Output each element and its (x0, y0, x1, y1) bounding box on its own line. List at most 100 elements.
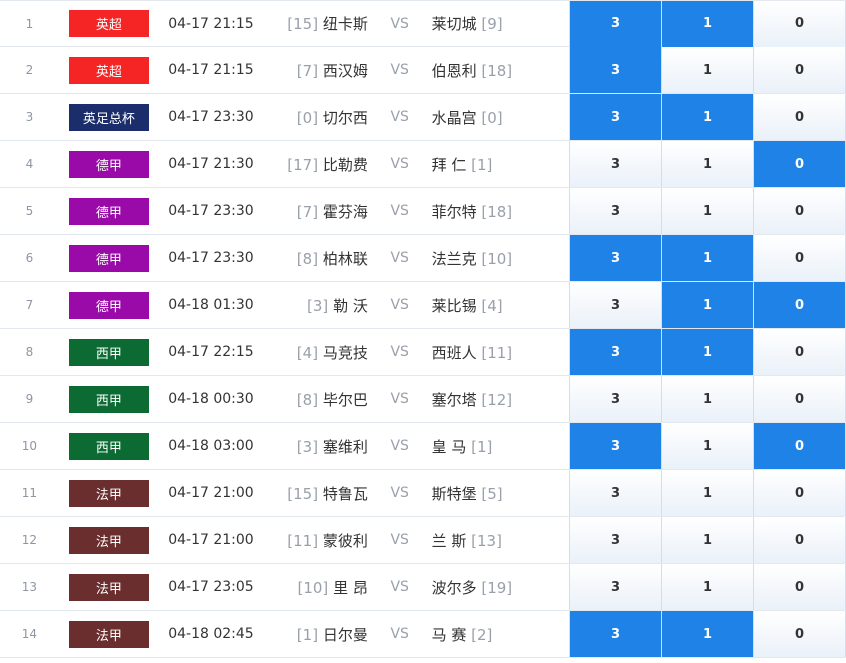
league-badge[interactable]: 德甲 (68, 244, 149, 272)
away-team-name: 兰 斯 (431, 531, 467, 550)
away-team-name: 皇 马 (431, 437, 467, 456)
draw-option[interactable]: 1 (661, 188, 754, 234)
vs-label: VS (390, 438, 409, 454)
loss-option[interactable]: 0 (753, 329, 846, 375)
loss-option[interactable]: 0 (753, 141, 846, 187)
draw-option[interactable]: 1 (661, 94, 754, 140)
match-row: 1 英超 04-17 21:15 [15] 纽卡斯 VS 莱切城 [9] 3 1 0 (0, 0, 846, 47)
loss-option[interactable]: 0 (753, 0, 846, 47)
league-badge[interactable]: 德甲 (68, 197, 149, 225)
draw-option[interactable]: 1 (661, 235, 754, 281)
match-time: 04-17 23:30 (168, 250, 254, 266)
match-time: 04-18 03:00 (168, 438, 254, 454)
win-option[interactable]: 3 (569, 94, 662, 140)
league-badge[interactable]: 法甲 (68, 479, 149, 507)
win-option[interactable]: 3 (569, 188, 662, 234)
win-option[interactable]: 3 (569, 564, 662, 610)
win-option[interactable]: 3 (569, 235, 662, 281)
draw-option[interactable]: 1 (661, 47, 754, 93)
result-options: 310 (569, 517, 846, 563)
home-team-name: 勒 沃 (333, 296, 368, 315)
vs-label: VS (390, 297, 409, 313)
draw-option[interactable]: 1 (661, 141, 754, 187)
win-option[interactable]: 3 (569, 517, 662, 563)
league-badge[interactable]: 西甲 (68, 338, 149, 366)
match-index: 12 (21, 533, 38, 547)
league-badge[interactable]: 德甲 (68, 150, 149, 178)
league-badge[interactable]: 英超 (68, 56, 149, 84)
loss-option[interactable]: 0 (753, 564, 846, 610)
away-team: 马 赛 [2] (432, 624, 559, 645)
league-badge[interactable]: 法甲 (68, 620, 149, 648)
win-option[interactable]: 3 (569, 376, 662, 422)
home-rank: [7] (296, 202, 319, 221)
draw-option[interactable]: 1 (661, 376, 754, 422)
loss-option[interactable]: 0 (753, 188, 846, 234)
result-options: 310 (569, 94, 846, 140)
away-rank: [18] (481, 61, 513, 80)
loss-option[interactable]: 0 (753, 611, 846, 657)
draw-option[interactable]: 1 (661, 423, 754, 469)
away-rank: [4] (481, 296, 503, 315)
draw-option[interactable]: 1 (661, 517, 754, 563)
draw-option[interactable]: 1 (661, 564, 754, 610)
league-badge[interactable]: 法甲 (68, 526, 149, 554)
away-team: 兰 斯 [13] (432, 530, 559, 551)
draw-option[interactable]: 1 (661, 0, 754, 47)
home-team-name: 塞维利 (322, 437, 368, 456)
home-team-name: 毕尔巴 (322, 390, 368, 409)
win-option[interactable]: 3 (569, 611, 662, 657)
league-badge[interactable]: 西甲 (68, 432, 149, 460)
match-time: 04-17 23:30 (168, 203, 254, 219)
match-index: 11 (21, 486, 38, 500)
draw-option[interactable]: 1 (661, 611, 754, 657)
away-rank: [11] (481, 343, 513, 362)
win-option[interactable]: 3 (569, 282, 662, 328)
draw-option[interactable]: 1 (661, 329, 754, 375)
draw-option[interactable]: 1 (661, 282, 754, 328)
away-team: 塞尔塔 [12] (432, 389, 559, 410)
home-team: [3] 勒 沃 (265, 295, 368, 316)
home-rank: [15] (287, 484, 319, 503)
loss-option[interactable]: 0 (753, 376, 846, 422)
match-index: 2 (25, 63, 34, 77)
league-badge[interactable]: 英足总杯 (68, 103, 149, 131)
loss-option[interactable]: 0 (753, 235, 846, 281)
league-cell: 英足总杯 (59, 103, 157, 131)
result-options: 310 (569, 188, 846, 234)
league-badge[interactable]: 英超 (68, 10, 149, 37)
loss-option[interactable]: 0 (753, 423, 846, 469)
win-option[interactable]: 3 (569, 0, 662, 47)
win-option[interactable]: 3 (569, 47, 662, 93)
league-cell: 法甲 (59, 620, 157, 648)
win-option[interactable]: 3 (569, 423, 662, 469)
match-row: 9 西甲 04-18 00:30 [8] 毕尔巴 VS 塞尔塔 [12] 3 1 0 (0, 376, 846, 423)
win-option[interactable]: 3 (569, 470, 662, 516)
away-team-name: 菲尔特 (431, 202, 477, 221)
win-option[interactable]: 3 (569, 141, 662, 187)
home-team: [17] 比勒费 (265, 154, 368, 175)
vs-label: VS (390, 62, 409, 78)
loss-option[interactable]: 0 (753, 517, 846, 563)
away-team-name: 水晶宫 (431, 108, 477, 127)
loss-option[interactable]: 0 (753, 470, 846, 516)
loss-option[interactable]: 0 (753, 282, 846, 328)
loss-option[interactable]: 0 (753, 94, 846, 140)
away-team: 斯特堡 [5] (432, 483, 559, 504)
match-index: 14 (21, 627, 38, 641)
loss-option[interactable]: 0 (753, 47, 846, 93)
league-cell: 德甲 (59, 291, 157, 319)
league-badge[interactable]: 德甲 (68, 291, 149, 319)
home-team: [4] 马竞技 (265, 342, 368, 363)
vs-label: VS (390, 15, 409, 32)
match-time: 04-17 21:00 (168, 532, 254, 548)
home-team-name: 比勒费 (322, 155, 368, 174)
home-team: [10] 里 昂 (265, 577, 367, 598)
away-rank: [1] (471, 437, 493, 456)
win-option[interactable]: 3 (569, 329, 662, 375)
result-options: 310 (569, 611, 846, 657)
league-cell: 西甲 (59, 385, 157, 413)
league-badge[interactable]: 西甲 (68, 385, 149, 413)
draw-option[interactable]: 1 (661, 470, 754, 516)
league-badge[interactable]: 法甲 (68, 573, 149, 601)
